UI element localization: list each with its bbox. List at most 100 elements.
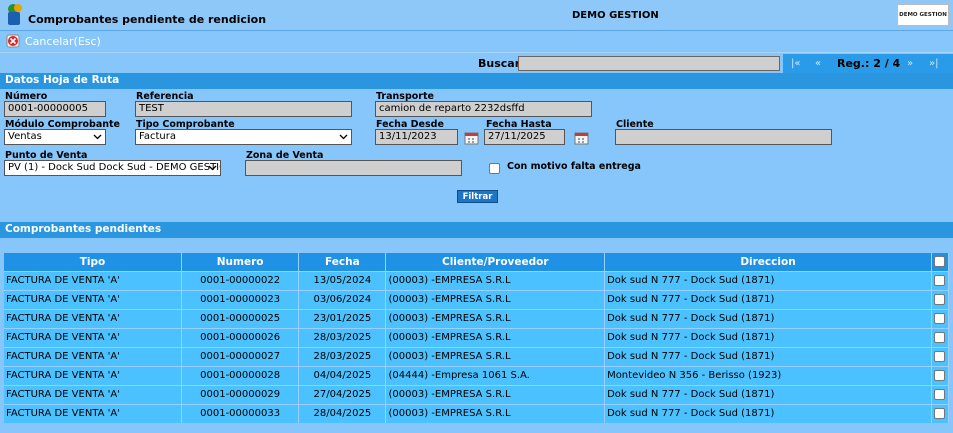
col-fecha[interactable]: Fecha [298, 253, 387, 271]
table-cell: FACTURA DE VENTA 'A' [4, 403, 182, 423]
tipo-select[interactable]: Factura [135, 129, 352, 145]
table-row[interactable]: FACTURA DE VENTA 'A' 0001-00000022 13/05/2… [4, 270, 950, 290]
table-row[interactable]: FACTURA DE VENTA 'A' 0001-00000027 28/03/2… [4, 346, 950, 366]
table-row[interactable]: FACTURA DE VENTA 'A' 0001-00000028 04/04/2… [4, 365, 950, 385]
cliente-field[interactable] [615, 129, 832, 145]
table-cell: 0001-00000023 [181, 289, 300, 309]
row-select-cell [931, 384, 950, 404]
col-tipo[interactable]: Tipo [4, 253, 182, 271]
table-header-row: Tipo Numero Fecha Cliente/Proveedor Dire… [4, 253, 950, 271]
fecha-desde-field[interactable]: 13/11/2023 [375, 129, 458, 145]
table-cell: Dok sud N 777 - Dock Sud (1871) [604, 384, 932, 404]
modulo-select-value: Ventas [8, 131, 42, 142]
title-bar: Comprobantes pendiente de rendicion DEMO… [0, 0, 953, 31]
company-name: DEMO GESTION [572, 10, 659, 21]
table-cell: FACTURA DE VENTA 'A' [4, 327, 182, 347]
table-cell: 04/04/2025 [298, 365, 387, 385]
table-cell: FACTURA DE VENTA 'A' [4, 346, 182, 366]
cancel-button[interactable]: Cancelar(Esc) [25, 35, 101, 48]
pending-table-container: Tipo Numero Fecha Cliente/Proveedor Dire… [0, 238, 953, 433]
table-cell: 27/04/2025 [298, 384, 387, 404]
punto-venta-select[interactable]: PV (1) - Dock Sud Dock Sud - DEMO GESTIO… [4, 160, 221, 176]
table-cell: Dok sud N 777 - Dock Sud (1871) [604, 403, 932, 423]
table-cell: 28/03/2025 [298, 346, 387, 366]
transporte-field[interactable]: camion de reparto 2232dsffd [375, 101, 592, 117]
pager: |« « Reg.: 2 / 4 » »| [783, 54, 953, 73]
zona-venta-field[interactable] [245, 160, 462, 176]
fecha-hasta-field[interactable]: 27/11/2025 [484, 129, 565, 145]
table-cell: FACTURA DE VENTA 'A' [4, 365, 182, 385]
table-cell: (04444) -Empresa 1061 S.A. [385, 365, 606, 385]
select-all-checkbox[interactable] [934, 256, 946, 268]
row-checkbox[interactable] [934, 388, 946, 400]
row-checkbox[interactable] [934, 350, 946, 362]
table-cell: FACTURA DE VENTA 'A' [4, 270, 182, 290]
referencia-field[interactable]: TEST [135, 101, 352, 117]
col-numero[interactable]: Numero [181, 253, 300, 271]
table-row[interactable]: FACTURA DE VENTA 'A' 0001-00000023 03/06/2… [4, 289, 950, 309]
col-select-all[interactable] [931, 253, 950, 271]
page-title: Comprobantes pendiente de rendicion [28, 13, 267, 26]
pager-prev-button[interactable]: « [815, 58, 821, 69]
chevron-down-icon [339, 134, 348, 140]
table-cell: 23/01/2025 [298, 308, 387, 328]
table-cell: Dok sud N 777 - Dock Sud (1871) [604, 289, 932, 309]
table-cell: 0001-00000029 [181, 384, 300, 404]
pager-next-button[interactable]: » [907, 58, 913, 69]
table-cell: Dok sud N 777 - Dock Sud (1871) [604, 346, 932, 366]
numero-field[interactable]: 0001-00000005 [4, 101, 106, 117]
table-cell: Dok sud N 777 - Dock Sud (1871) [604, 327, 932, 347]
table-cell: (00003) -EMPRESA S.R.L [385, 308, 606, 328]
modulo-select[interactable]: Ventas [4, 129, 106, 145]
row-checkbox[interactable] [934, 408, 946, 419]
table-cell: 03/06/2024 [298, 289, 387, 309]
col-direccion[interactable]: Direccion [604, 253, 932, 271]
punto-venta-select-value: PV (1) - Dock Sud Dock Sud - DEMO GESTIO… [8, 162, 221, 173]
table-cell: 0001-00000028 [181, 365, 300, 385]
search-bar: Buscar |« « Reg.: 2 / 4 » »| [0, 52, 953, 73]
table-cell: 0001-00000027 [181, 346, 300, 366]
row-select-cell [931, 327, 950, 347]
table-row[interactable]: FACTURA DE VENTA 'A' 0001-00000029 27/04/2… [4, 384, 950, 404]
table-cell: 0001-00000022 [181, 270, 300, 290]
table-cell: FACTURA DE VENTA 'A' [4, 289, 182, 309]
table-cell: FACTURA DE VENTA 'A' [4, 308, 182, 328]
pager-last-button[interactable]: »| [929, 58, 939, 69]
cancel-icon[interactable] [6, 33, 21, 48]
brand-logo: DEMO GESTION [897, 4, 949, 26]
col-cliente[interactable]: Cliente/Proveedor [385, 253, 606, 271]
row-checkbox[interactable] [934, 369, 946, 381]
row-checkbox[interactable] [934, 274, 946, 286]
chevron-down-icon [93, 134, 102, 140]
app-logo-icon [8, 4, 22, 25]
table-cell: 0001-00000026 [181, 327, 300, 347]
row-select-cell [931, 270, 950, 290]
search-input[interactable] [518, 56, 780, 71]
row-select-cell [931, 346, 950, 366]
row-checkbox[interactable] [934, 331, 946, 343]
row-select-cell [931, 289, 950, 309]
table-cell: (00003) -EMPRESA S.R.L [385, 346, 606, 366]
motivo-falta-checkbox[interactable] [489, 163, 500, 174]
row-select-cell [931, 365, 950, 385]
table-cell: (00003) -EMPRESA S.R.L [385, 403, 606, 423]
table-cell: 0001-00000033 [181, 403, 300, 423]
pager-first-button[interactable]: |« [791, 58, 801, 69]
search-label: Buscar [478, 57, 521, 70]
table-row[interactable]: FACTURA DE VENTA 'A' 0001-00000033 28/04/2… [4, 403, 950, 423]
calendar-icon[interactable] [574, 130, 589, 145]
table-cell: Dok sud N 777 - Dock Sud (1871) [604, 270, 932, 290]
route-sheet-form: Número Referencia Transporte 0001-000000… [0, 89, 953, 222]
table-cell: 0001-00000025 [181, 308, 300, 328]
toolbar: Cancelar(Esc) [0, 31, 953, 52]
tipo-select-value: Factura [139, 131, 176, 142]
calendar-icon[interactable] [464, 130, 479, 145]
route-sheet-header: Datos Hoja de Ruta [0, 73, 953, 89]
row-checkbox[interactable] [934, 293, 946, 305]
table-row[interactable]: FACTURA DE VENTA 'A' 0001-00000026 28/03/2… [4, 327, 950, 347]
chevron-down-icon [208, 165, 217, 171]
filter-button[interactable]: Filtrar [457, 190, 498, 203]
table-cell: (00003) -EMPRESA S.R.L [385, 270, 606, 290]
row-checkbox[interactable] [934, 312, 946, 324]
table-row[interactable]: FACTURA DE VENTA 'A' 0001-00000025 23/01/2… [4, 308, 950, 328]
